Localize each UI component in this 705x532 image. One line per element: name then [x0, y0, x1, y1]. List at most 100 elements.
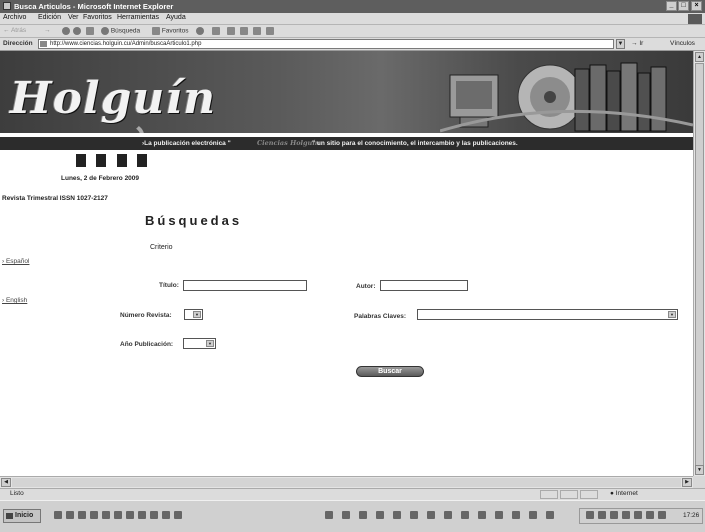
site-logo: Holguín — [10, 73, 217, 124]
history-icon — [196, 27, 204, 35]
edit-icon — [240, 27, 248, 35]
decor-block — [76, 154, 86, 167]
menu-favoritos[interactable]: Favoritos — [83, 14, 112, 21]
go-button[interactable]: → Ir — [631, 40, 643, 47]
task-button-icon[interactable] — [393, 511, 401, 519]
current-date: Lunes, 2 de Febrero 2009 — [61, 175, 140, 182]
print-button[interactable] — [227, 27, 235, 36]
task-button-icon[interactable] — [461, 511, 469, 519]
quicklaunch-icon[interactable] — [66, 511, 74, 519]
window-title: Busca Articulos - Microsoft Internet Exp… — [14, 2, 174, 11]
lang-link-espanol[interactable]: › Español — [2, 258, 29, 265]
history-button[interactable] — [196, 27, 204, 36]
messenger-button[interactable] — [266, 27, 274, 36]
quicklaunch-icon[interactable] — [102, 511, 110, 519]
task-button-icon[interactable] — [325, 511, 333, 519]
tray-icon[interactable] — [598, 511, 606, 519]
taskbar: Inicio 17:26 — [0, 500, 705, 532]
scroll-down-button[interactable]: ▼ — [695, 465, 704, 475]
maximize-button[interactable]: □ — [678, 1, 689, 11]
scroll-thumb[interactable] — [695, 63, 704, 468]
task-button-icon[interactable] — [359, 511, 367, 519]
quicklaunch-icon[interactable] — [114, 511, 122, 519]
hscroll-thumb[interactable] — [12, 478, 681, 487]
quicklaunch-icon[interactable] — [150, 511, 158, 519]
toolbar: ← Atrás → Búsqueda Favoritos — [0, 25, 705, 38]
quicklaunch-icon[interactable] — [174, 511, 182, 519]
numero-revista-select[interactable]: ▼ — [184, 309, 203, 320]
stop-icon — [62, 27, 70, 35]
task-button-icon[interactable] — [410, 511, 418, 519]
refresh-button[interactable] — [73, 27, 81, 36]
quicklaunch-icon[interactable] — [162, 511, 170, 519]
quicklaunch-icon[interactable] — [138, 511, 146, 519]
forward-button[interactable]: → — [44, 27, 51, 36]
vertical-scrollbar[interactable]: ▲ ▼ — [693, 51, 705, 476]
tray-icon[interactable] — [634, 511, 642, 519]
task-button-icon[interactable] — [478, 511, 486, 519]
address-label: Dirección — [3, 40, 33, 47]
minimize-button[interactable]: _ — [666, 1, 677, 11]
tray-icon[interactable] — [646, 511, 654, 519]
palabras-claves-label: Palabras Claves: — [354, 313, 407, 320]
horizontal-scrollbar[interactable]: ◀ ▶ — [0, 476, 693, 488]
clock: 17:26 — [683, 512, 700, 519]
home-button[interactable] — [86, 27, 94, 36]
page-title: Búsquedas — [145, 213, 243, 228]
task-button-icon[interactable] — [444, 511, 452, 519]
scroll-up-button[interactable]: ▲ — [695, 52, 704, 62]
scroll-right-button[interactable]: ▶ — [682, 478, 692, 487]
titulo-label: Título: — [159, 282, 179, 289]
menu-edicion[interactable]: Edición — [38, 14, 61, 21]
address-dropdown-button[interactable]: ▼ — [616, 39, 625, 49]
buscar-button[interactable]: Buscar — [356, 366, 424, 377]
tray-icon[interactable] — [586, 511, 594, 519]
favorites-icon — [152, 27, 160, 35]
address-input[interactable]: http://www.ciencias.holguin.cu/Admin/bus… — [38, 39, 614, 49]
tray-icon[interactable] — [622, 511, 630, 519]
quicklaunch-icon[interactable] — [90, 511, 98, 519]
quicklaunch-icon[interactable] — [54, 511, 62, 519]
edit-button[interactable] — [240, 27, 248, 36]
lang-link-english[interactable]: › English — [2, 297, 27, 304]
palabras-claves-select[interactable]: ▼ — [417, 309, 678, 320]
task-button-icon[interactable] — [427, 511, 435, 519]
tray-icon[interactable] — [658, 511, 666, 519]
windows-flag-icon — [6, 513, 13, 519]
menu-herramientas[interactable]: Herramientas — [117, 14, 159, 21]
mail-button[interactable] — [212, 27, 220, 36]
task-button-icon[interactable] — [376, 511, 384, 519]
back-label: Atrás — [10, 27, 27, 34]
quicklaunch-icon[interactable] — [78, 511, 86, 519]
autor-input[interactable] — [380, 280, 468, 291]
search-button[interactable]: Búsqueda — [101, 27, 140, 36]
start-button[interactable]: Inicio — [3, 509, 41, 523]
page-viewport: Holguín ›La publicación electrónica " Ci… — [0, 51, 693, 476]
task-button-icon[interactable] — [342, 511, 350, 519]
menu-bar: Archivo Edición Ver Favoritos Herramient… — [0, 13, 705, 25]
tagline-bar: ›La publicación electrónica " Ciencias H… — [0, 137, 693, 150]
quicklaunch-icon[interactable] — [126, 511, 134, 519]
tagline-pre: ›La publicación electrónica " — [142, 140, 231, 147]
stop-button[interactable] — [62, 27, 70, 36]
decor-block — [96, 154, 106, 167]
tagline-post: " un sitio para el conocimiento, el inte… — [312, 140, 518, 147]
back-button[interactable]: ← Atrás — [3, 27, 26, 36]
links-button[interactable]: Vínculos — [670, 40, 695, 47]
discuss-button[interactable] — [253, 27, 261, 36]
task-button-icon[interactable] — [529, 511, 537, 519]
anio-publicacion-select[interactable]: ▼ — [183, 338, 216, 349]
task-button-icon[interactable] — [512, 511, 520, 519]
menu-ver[interactable]: Ver — [68, 14, 79, 21]
autor-label: Autor: — [356, 283, 376, 290]
decor-block — [117, 154, 127, 167]
tray-icon[interactable] — [610, 511, 618, 519]
scroll-left-button[interactable]: ◀ — [1, 478, 11, 487]
menu-archivo[interactable]: Archivo — [3, 14, 26, 21]
close-button[interactable]: × — [691, 1, 702, 11]
task-button-icon[interactable] — [546, 511, 554, 519]
titulo-input[interactable] — [183, 280, 307, 291]
menu-ayuda[interactable]: Ayuda — [166, 14, 186, 21]
favorites-button[interactable]: Favoritos — [152, 27, 189, 36]
task-button-icon[interactable] — [495, 511, 503, 519]
